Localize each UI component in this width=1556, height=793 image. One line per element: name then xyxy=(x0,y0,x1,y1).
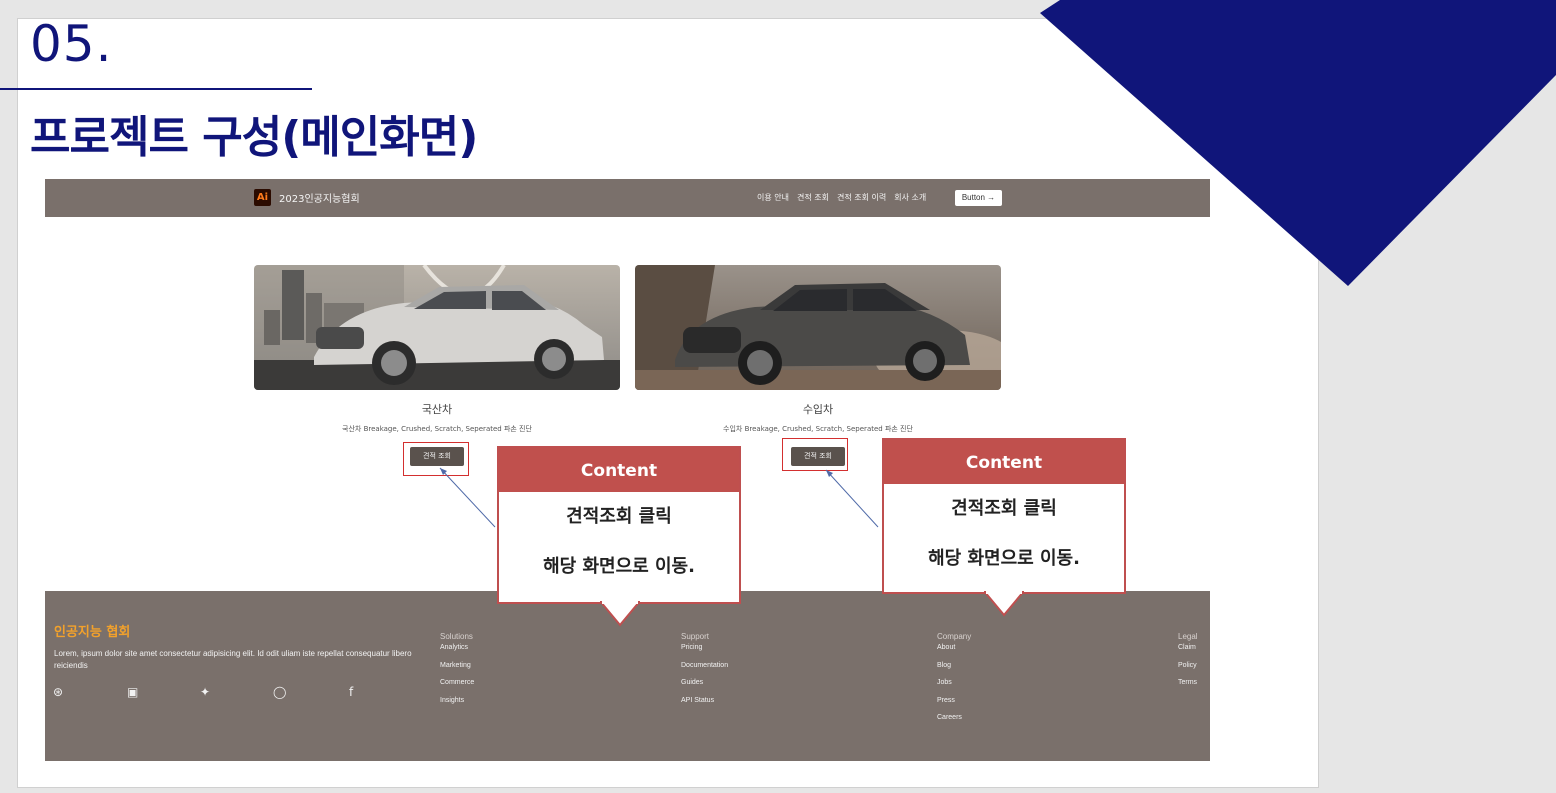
import-button-highlight xyxy=(782,438,848,471)
footer-link[interactable]: Insights xyxy=(440,697,474,715)
import-card-description: 수입차 Breakage, Crushed, Scratch, Seperate… xyxy=(723,425,913,433)
footer-col-company: Company About Blog Jobs Press Careers xyxy=(937,632,971,732)
domestic-car-image xyxy=(254,265,620,390)
footer-col-solutions: Solutions Analytics Marketing Commerce I… xyxy=(440,632,474,714)
footer-col-heading: Company xyxy=(937,632,972,641)
brand-name[interactable]: 2023인공지능협회 xyxy=(279,190,360,205)
footer-link[interactable]: API Status xyxy=(681,697,728,715)
callout-line-2: 해당 화면으로 이동. xyxy=(928,548,1080,569)
footer-link[interactable]: About xyxy=(937,644,971,662)
footer-link[interactable]: Jobs xyxy=(937,679,971,697)
github-icon[interactable]: ◯ xyxy=(273,685,286,699)
callout-tail-domestic xyxy=(600,601,640,627)
callout-tail-import xyxy=(984,591,1024,617)
footer-text: Lorem, ipsum dolor site amet consectetur… xyxy=(54,649,412,670)
footer-link[interactable]: Claim xyxy=(1178,644,1198,662)
footer-link[interactable]: Documentation xyxy=(681,662,728,680)
nav-link-guide[interactable]: 이용 안내 xyxy=(757,192,789,203)
dribbble-icon[interactable]: ⊛ xyxy=(53,685,63,699)
section-number: 05. xyxy=(30,15,113,73)
footer-col-heading: Support xyxy=(681,632,710,641)
footer-link[interactable]: Commerce xyxy=(440,679,474,697)
footer-link[interactable]: Policy xyxy=(1178,662,1198,680)
footer-link[interactable]: Careers xyxy=(937,714,971,732)
domestic-card-title: 국산차 xyxy=(421,403,453,416)
twitter-icon[interactable]: ✦ xyxy=(200,685,210,699)
slide-title: 프로젝트 구성(메인화면) xyxy=(30,112,478,163)
footer-link[interactable]: Terms xyxy=(1178,679,1198,697)
footer-link[interactable]: Blog xyxy=(937,662,971,680)
callout-line-1: 견적조회 클릭 xyxy=(566,506,672,527)
callout-box-import: Content 견적조회 클릭 해당 화면으로 이동. xyxy=(882,438,1126,594)
callout-line-1: 견적조회 클릭 xyxy=(951,498,1057,519)
import-card-title: 수입차 xyxy=(802,403,834,416)
callout-heading: Content xyxy=(884,440,1124,484)
nav-link-estimate[interactable]: 견적 조회 xyxy=(797,192,829,203)
footer-col-legal: Legal Claim Policy Terms xyxy=(1178,632,1198,697)
nav-links: 이용 안내 견적 조회 견적 조회 이력 회사 소개 xyxy=(757,192,926,203)
footer-link[interactable]: Pricing xyxy=(681,644,728,662)
footer-link[interactable]: Guides xyxy=(681,679,728,697)
callout-heading: Content xyxy=(499,448,739,492)
footer-col-heading: Solutions xyxy=(440,632,473,641)
import-car-image xyxy=(635,265,1001,390)
footer-link[interactable]: Press xyxy=(937,697,971,715)
nav-link-estimate-history[interactable]: 견적 조회 이력 xyxy=(837,192,886,203)
domestic-card-description: 국산차 Breakage, Crushed, Scratch, Seperate… xyxy=(342,425,532,433)
nav-button[interactable]: Button → xyxy=(955,190,1002,206)
section-divider xyxy=(0,88,312,90)
callout-box-domestic: Content 견적조회 클릭 해당 화면으로 이동. xyxy=(497,446,741,604)
youtube-icon[interactable]: ▣ xyxy=(127,685,138,699)
callout-line-2: 해당 화면으로 이동. xyxy=(543,556,695,577)
facebook-icon[interactable]: f xyxy=(349,685,353,699)
footer-link[interactable]: Analytics xyxy=(440,644,474,662)
brand-logo-icon[interactable]: Ai xyxy=(254,189,271,206)
site-navbar: Ai 2023인공지능협회 이용 안내 견적 조회 견적 조회 이력 회사 소개… xyxy=(45,179,1210,217)
domestic-button-highlight xyxy=(403,442,469,476)
footer-col-support: Support Pricing Documentation Guides API… xyxy=(681,632,728,714)
nav-link-about[interactable]: 회사 소개 xyxy=(894,192,926,203)
footer-title: 인공지능 협회 xyxy=(54,625,131,640)
footer-link[interactable]: Marketing xyxy=(440,662,474,680)
footer-col-heading: Legal xyxy=(1178,632,1198,641)
